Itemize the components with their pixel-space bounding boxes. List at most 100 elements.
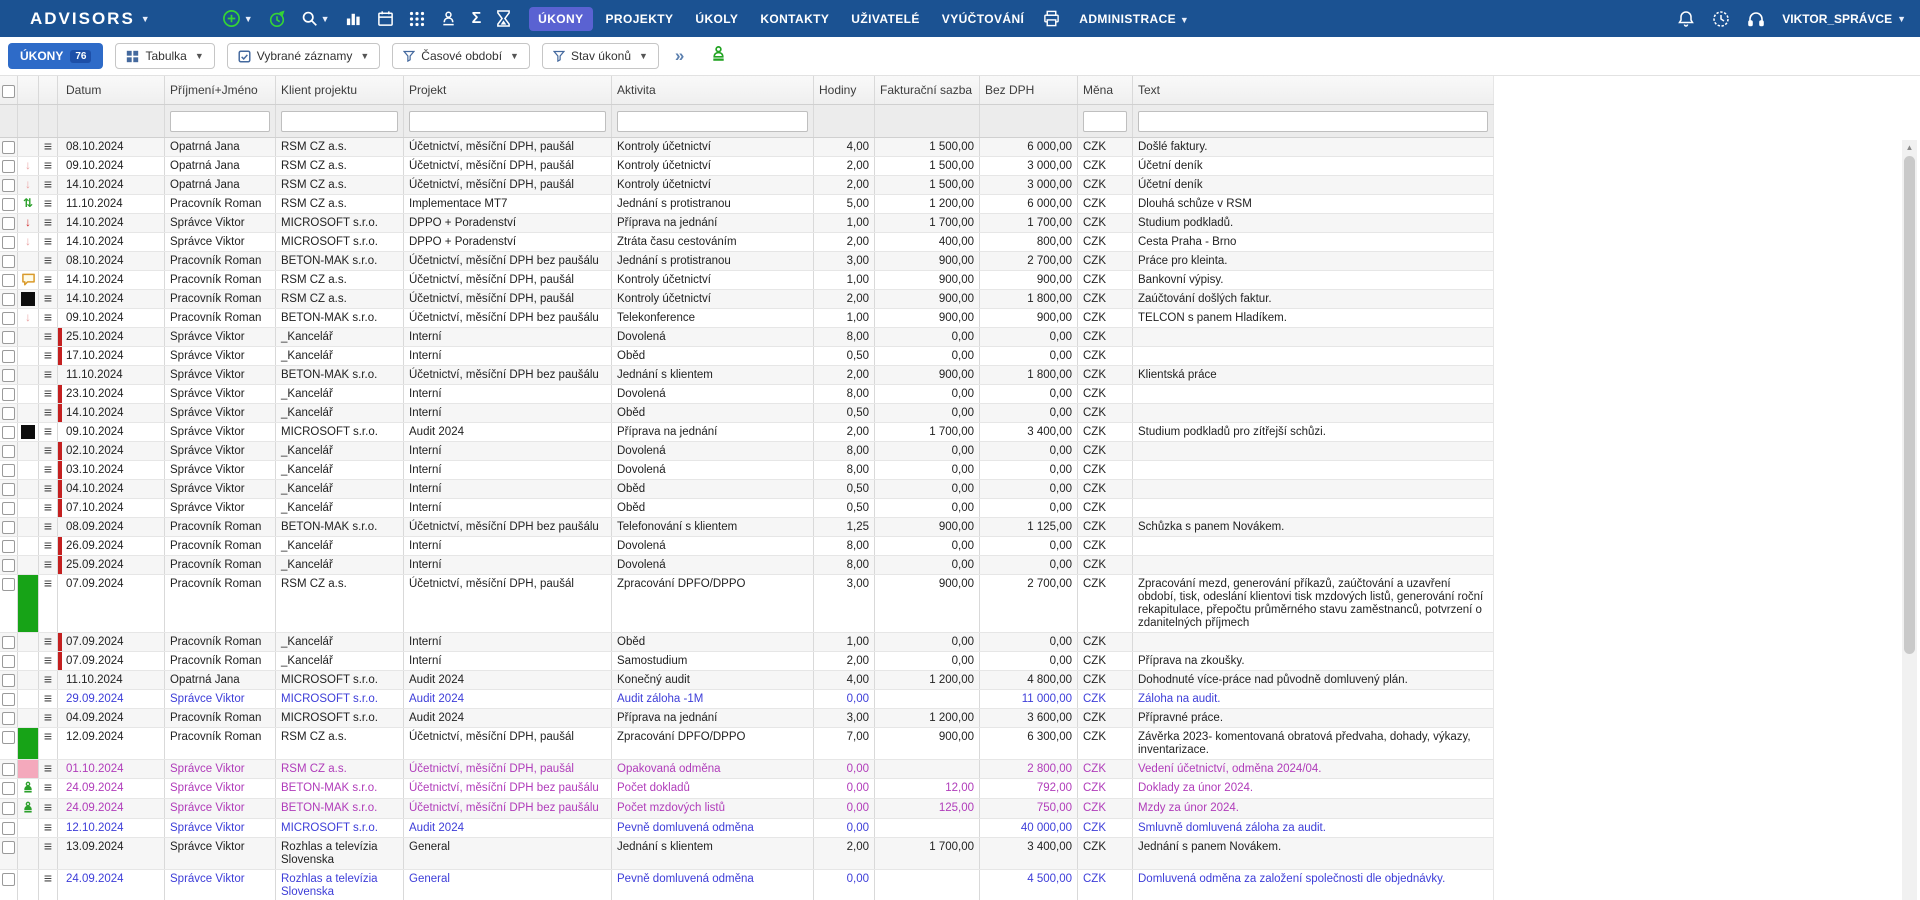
table-row[interactable]: ≡24.09.2024Správce ViktorBETON-MAK s.r.o… <box>0 799 1494 819</box>
timesheet-button[interactable] <box>496 10 511 27</box>
table-row[interactable]: ≡25.09.2024Pracovník Roman_KancelářInter… <box>0 556 1494 575</box>
row-menu-icon[interactable]: ≡ <box>44 329 52 346</box>
filter-input-project[interactable] <box>409 111 606 132</box>
row-menu-icon[interactable]: ≡ <box>44 310 52 327</box>
contacts-stamp-button[interactable] <box>440 10 457 27</box>
row-menu-icon[interactable]: ≡ <box>44 215 52 232</box>
row-menu-icon[interactable]: ≡ <box>44 538 52 555</box>
menu-item-ukony[interactable]: ÚKONY <box>529 7 592 31</box>
row-menu-icon[interactable]: ≡ <box>44 234 52 251</box>
filter-input-client[interactable] <box>281 111 398 132</box>
menu-item-uzivatele[interactable]: UŽIVATELÉ <box>842 7 929 31</box>
table-row[interactable]: ≡02.10.2024Správce Viktor_KancelářIntern… <box>0 442 1494 461</box>
vertical-scrollbar[interactable]: ▲ <box>1902 140 1917 900</box>
column-header-amount[interactable]: Bez DPH <box>980 76 1078 104</box>
select-all-checkbox[interactable] <box>2 85 15 98</box>
column-header-cb[interactable] <box>0 76 18 104</box>
table-row[interactable]: ↓≡09.10.2024Opatrná JanaRSM CZ a.s.Účetn… <box>0 157 1494 176</box>
table-row[interactable]: ↓≡14.10.2024Správce ViktorMICROSOFT s.r.… <box>0 214 1494 233</box>
column-header-client[interactable]: Klient projektu <box>276 76 404 104</box>
table-row[interactable]: ≡24.09.2024Správce ViktorRozhlas a telev… <box>0 870 1494 900</box>
charts-button[interactable] <box>345 10 362 27</box>
row-checkbox[interactable] <box>2 502 15 515</box>
row-menu-icon[interactable]: ≡ <box>44 557 52 574</box>
row-checkbox[interactable] <box>2 274 15 287</box>
menu-item-projekty[interactable]: PROJEKTY <box>597 7 683 31</box>
row-checkbox[interactable] <box>2 369 15 382</box>
row-menu-icon[interactable]: ≡ <box>44 367 52 384</box>
row-menu-icon[interactable]: ≡ <box>44 710 52 727</box>
table-row[interactable]: ≡04.10.2024Správce Viktor_KancelářIntern… <box>0 480 1494 499</box>
row-checkbox[interactable] <box>2 636 15 649</box>
apps-grid-button[interactable] <box>409 11 425 27</box>
row-checkbox[interactable] <box>2 873 15 886</box>
row-checkbox[interactable] <box>2 483 15 496</box>
sum-button[interactable]: Σ <box>472 10 482 28</box>
row-checkbox[interactable] <box>2 350 15 363</box>
table-row[interactable]: ↓≡09.10.2024Pracovník RomanBETON-MAK s.r… <box>0 309 1494 328</box>
row-checkbox[interactable] <box>2 293 15 306</box>
scroll-up-arrow[interactable]: ▲ <box>1902 140 1917 154</box>
row-menu-icon[interactable]: ≡ <box>44 272 52 289</box>
row-checkbox[interactable] <box>2 141 15 154</box>
column-header-date[interactable]: Datum <box>58 76 165 104</box>
menu-item-administrace[interactable]: ADMINISTRACE ▼ <box>1070 7 1198 31</box>
row-checkbox[interactable] <box>2 198 15 211</box>
row-checkbox[interactable] <box>2 655 15 668</box>
table-row[interactable]: ↓≡14.10.2024Správce ViktorMICROSOFT s.r.… <box>0 233 1494 252</box>
menu-item-kontakty[interactable]: KONTAKTY <box>751 7 838 31</box>
row-menu-icon[interactable]: ≡ <box>44 481 52 498</box>
row-checkbox[interactable] <box>2 445 15 458</box>
row-menu-icon[interactable]: ≡ <box>44 691 52 708</box>
table-row[interactable]: ≡04.09.2024Pracovník RomanMICROSOFT s.r.… <box>0 709 1494 728</box>
notifications-button[interactable] <box>1677 10 1695 28</box>
row-menu-icon[interactable]: ≡ <box>44 348 52 365</box>
row-checkbox[interactable] <box>2 731 15 744</box>
print-button[interactable] <box>1043 10 1060 27</box>
column-header-cur[interactable]: Měna <box>1078 76 1133 104</box>
row-checkbox[interactable] <box>2 802 15 815</box>
row-menu-icon[interactable]: ≡ <box>44 291 52 308</box>
row-menu-icon[interactable]: ≡ <box>44 424 52 441</box>
add-record-button[interactable]: ▼ <box>222 9 253 28</box>
column-header-hours[interactable]: Hodiny <box>814 76 875 104</box>
row-menu-icon[interactable]: ≡ <box>44 196 52 213</box>
table-row[interactable]: ≡07.10.2024Správce Viktor_KancelářIntern… <box>0 499 1494 518</box>
history-button[interactable] <box>1712 10 1730 28</box>
table-row[interactable]: ≡12.10.2024Správce ViktorMICROSOFT s.r.o… <box>0 819 1494 838</box>
tab-ukony[interactable]: ÚKONY 76 <box>8 43 103 69</box>
row-checkbox[interactable] <box>2 217 15 230</box>
row-checkbox[interactable] <box>2 578 15 591</box>
row-menu-icon[interactable]: ≡ <box>44 871 52 900</box>
row-menu-icon[interactable]: ≡ <box>44 800 52 818</box>
row-checkbox[interactable] <box>2 559 15 572</box>
column-header-activity[interactable]: Aktivita <box>612 76 814 104</box>
calendar-button[interactable] <box>377 10 394 27</box>
row-checkbox[interactable] <box>2 236 15 249</box>
row-checkbox[interactable] <box>2 464 15 477</box>
table-view-dropdown[interactable]: Tabulka ▼ <box>115 43 214 69</box>
column-header-text[interactable]: Text <box>1133 76 1494 104</box>
row-checkbox[interactable] <box>2 312 15 325</box>
support-button[interactable] <box>1747 10 1765 28</box>
table-row[interactable]: ≡14.10.2024Správce Viktor_KancelářIntern… <box>0 404 1494 423</box>
column-header-name[interactable]: Příjmení+Jméno <box>165 76 276 104</box>
row-menu-icon[interactable]: ≡ <box>44 177 52 194</box>
menu-item-vyuctovani[interactable]: VYÚČTOVÁNÍ <box>933 7 1033 31</box>
row-checkbox[interactable] <box>2 674 15 687</box>
more-filters-button[interactable]: » <box>675 46 684 66</box>
table-row[interactable]: ≡07.09.2024Pracovník Roman_KancelářInter… <box>0 652 1494 671</box>
table-row[interactable]: ≡14.10.2024Pracovník RomanRSM CZ a.s.Úče… <box>0 290 1494 309</box>
row-menu-icon[interactable]: ≡ <box>44 139 52 156</box>
column-header-project[interactable]: Projekt <box>404 76 612 104</box>
row-menu-icon[interactable]: ≡ <box>44 253 52 270</box>
row-checkbox[interactable] <box>2 521 15 534</box>
table-row[interactable]: ↓≡14.10.2024Opatrná JanaRSM CZ a.s.Účetn… <box>0 176 1494 195</box>
table-row[interactable]: ≡07.09.2024Pracovník RomanRSM CZ a.s.Úče… <box>0 575 1494 633</box>
row-checkbox[interactable] <box>2 712 15 725</box>
row-menu-icon[interactable]: ≡ <box>44 386 52 403</box>
row-menu-icon[interactable]: ≡ <box>44 839 52 869</box>
time-period-dropdown[interactable]: Časové období ▼ <box>392 43 530 69</box>
table-row[interactable]: ≡11.10.2024Správce ViktorBETON-MAK s.r.o… <box>0 366 1494 385</box>
filter-input-name[interactable] <box>170 111 270 132</box>
